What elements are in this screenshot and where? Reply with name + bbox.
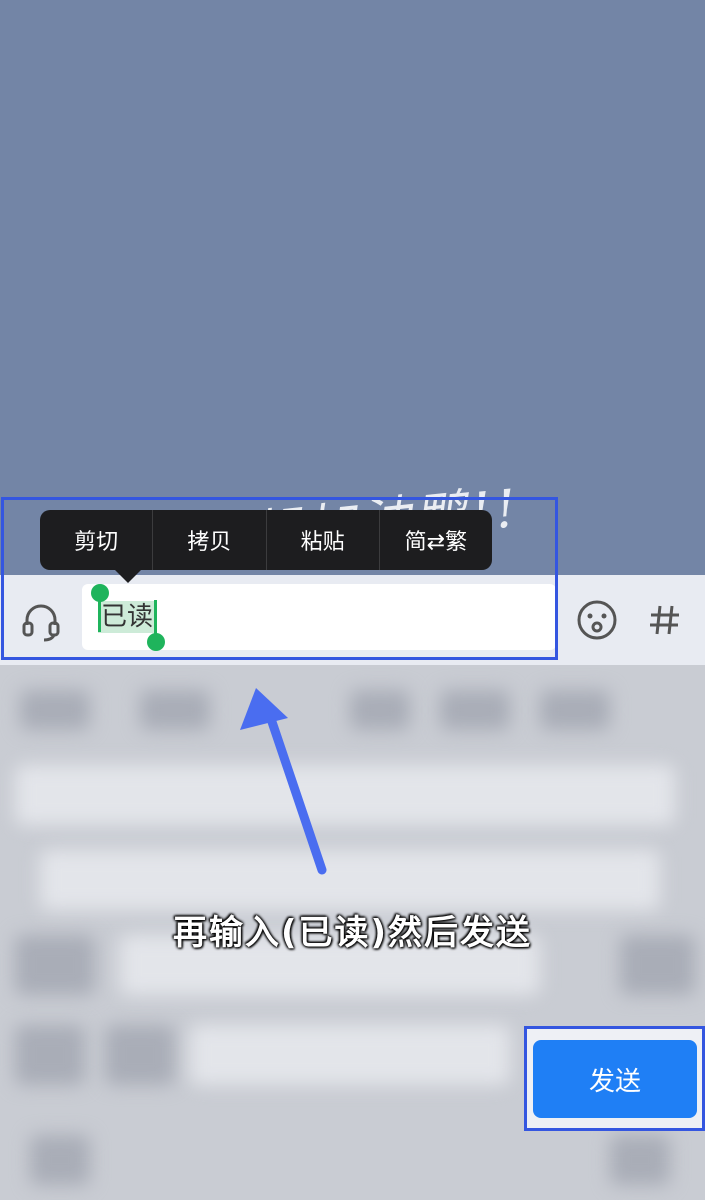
keyboard-key[interactable] [350, 690, 410, 730]
keyboard-key[interactable] [30, 1135, 90, 1185]
keyboard-key[interactable] [440, 690, 510, 730]
keyboard-key[interactable] [140, 690, 210, 730]
keyboard-key[interactable] [105, 1025, 175, 1085]
keyboard-key[interactable] [20, 690, 90, 730]
keyboard-key[interactable] [610, 1135, 670, 1185]
keyboard-key[interactable] [15, 1025, 85, 1085]
space-key[interactable] [190, 1025, 510, 1085]
keyboard-key[interactable] [540, 690, 610, 730]
instruction-caption: 再输入(已读)然后发送 [172, 913, 533, 953]
emoji-icon[interactable] [575, 598, 619, 642]
send-button[interactable]: 发送 [533, 1040, 697, 1118]
keyboard-row[interactable] [40, 850, 660, 910]
input-highlight-box [1, 497, 558, 660]
hash-icon[interactable] [645, 598, 685, 642]
pointer-arrow [240, 688, 327, 875]
keyboard-row[interactable] [15, 765, 675, 825]
